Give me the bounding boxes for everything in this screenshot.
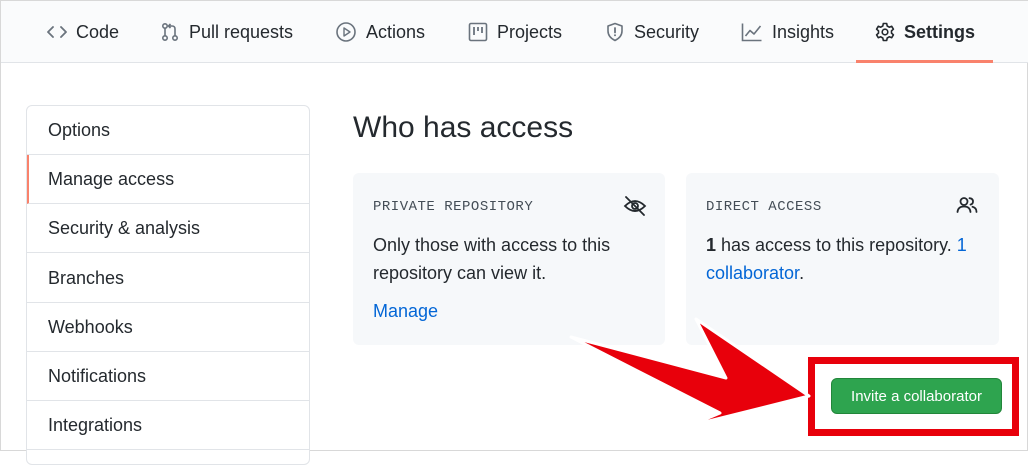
direct-access-box: DIRECT ACCESS 1 has access to this repos… bbox=[686, 173, 999, 345]
access-count: 1 bbox=[706, 235, 717, 255]
tab-settings[interactable]: Settings bbox=[875, 1, 975, 63]
shield-icon bbox=[605, 22, 625, 42]
people-icon bbox=[956, 195, 978, 220]
box-description: Only those with access to this repositor… bbox=[373, 235, 611, 283]
sidebar-item-label: Manage access bbox=[48, 168, 175, 189]
gear-icon bbox=[875, 22, 895, 42]
project-icon bbox=[468, 22, 488, 42]
sidebar-item-label: Branches bbox=[48, 267, 125, 288]
sidebar-item-branches[interactable]: Branches bbox=[27, 254, 309, 303]
code-icon bbox=[47, 24, 67, 40]
sidebar-item-webhooks[interactable]: Webhooks bbox=[27, 303, 309, 352]
sidebar-item-notifications[interactable]: Notifications bbox=[27, 352, 309, 401]
tab-pull-requests[interactable]: Pull requests bbox=[160, 1, 293, 63]
tab-projects[interactable]: Projects bbox=[468, 1, 562, 63]
tab-security[interactable]: Security bbox=[605, 1, 699, 63]
tab-label: Settings bbox=[904, 21, 976, 42]
pull-request-icon bbox=[160, 22, 180, 42]
sidebar-item-label: Options bbox=[48, 119, 111, 140]
tab-label: Projects bbox=[497, 21, 563, 42]
sidebar-item-label: Webhooks bbox=[48, 316, 133, 337]
tab-insights[interactable]: Insights bbox=[741, 1, 834, 63]
sidebar-item-label: Integrations bbox=[48, 414, 143, 435]
sidebar-item-label: Notifications bbox=[48, 365, 147, 386]
repo-nav: Code Pull requests Actions Projects Secu… bbox=[1, 1, 1028, 63]
active-tab-indicator bbox=[856, 60, 993, 63]
tab-label: Pull requests bbox=[189, 21, 294, 42]
sidebar-item-label: Security & analysis bbox=[48, 217, 201, 238]
sidebar-item-integrations[interactable]: Integrations bbox=[27, 401, 309, 450]
settings-sidebar: Options Manage access Security & analysi… bbox=[26, 105, 310, 465]
sidebar-item-options[interactable]: Options bbox=[27, 106, 309, 155]
manage-link[interactable]: Manage bbox=[373, 297, 438, 325]
eye-closed-icon bbox=[623, 195, 647, 222]
private-repository-box: PRIVATE REPOSITORY Only those with acces… bbox=[353, 173, 665, 345]
graph-icon bbox=[741, 22, 763, 42]
tab-label: Actions bbox=[366, 21, 426, 42]
tab-label: Code bbox=[76, 21, 120, 42]
tab-code[interactable]: Code bbox=[47, 1, 119, 63]
tab-label: Insights bbox=[772, 21, 835, 42]
box-description: 1 has access to this repository. 1 colla… bbox=[706, 231, 986, 287]
tab-label: Security bbox=[634, 21, 700, 42]
sidebar-item-security-analysis[interactable]: Security & analysis bbox=[27, 204, 309, 253]
access-text: has access to this repository. bbox=[716, 235, 957, 255]
sidebar-item-manage-access[interactable]: Manage access bbox=[27, 155, 309, 204]
access-suffix: . bbox=[799, 263, 805, 283]
tab-actions[interactable]: Actions bbox=[335, 1, 425, 63]
page-title: Who has access bbox=[353, 111, 574, 144]
annotation-highlight-box bbox=[808, 357, 1019, 436]
play-icon bbox=[335, 21, 357, 43]
box-heading: DIRECT ACCESS bbox=[706, 199, 822, 215]
box-heading: PRIVATE REPOSITORY bbox=[373, 199, 534, 215]
